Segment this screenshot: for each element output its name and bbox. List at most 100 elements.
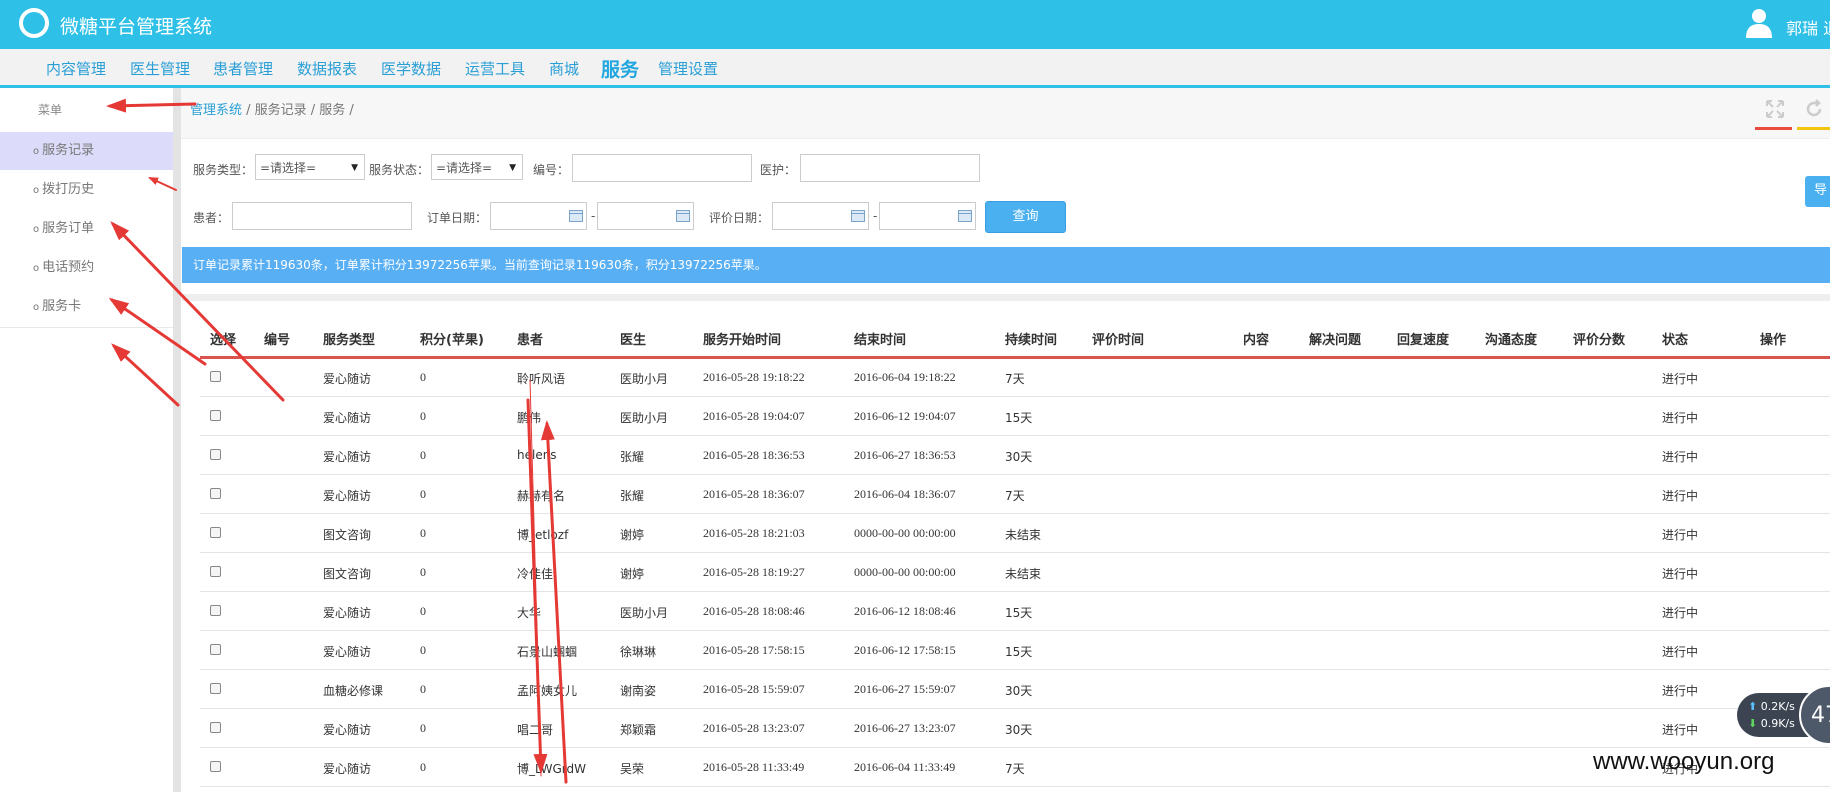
patient-input[interactable] bbox=[232, 202, 412, 230]
end-time-cell: 0000-00-00 00:00:00 bbox=[854, 526, 956, 540]
nav-item-2[interactable]: 患者管理 bbox=[213, 58, 273, 79]
row-checkbox[interactable] bbox=[210, 410, 221, 421]
user-name[interactable]: 郭瑞 退 bbox=[1786, 15, 1830, 39]
eval-date-end[interactable] bbox=[879, 202, 976, 230]
sidebar-item-label: 服务卡 bbox=[42, 299, 82, 314]
end-time-cell: 2016-06-04 19:18:22 bbox=[854, 370, 956, 384]
eval-date-start[interactable] bbox=[772, 202, 869, 230]
service-type-cell: 图文咨询 bbox=[323, 528, 372, 542]
table-row[interactable]: 爱心随访 0 唱二哥 郑颖霜 2016-05-28 13:23:07 2016-06-27… bbox=[200, 708, 1830, 748]
end-time-cell: 2016-06-04 11:33:49 bbox=[854, 760, 956, 774]
column-header: 服务开始时间 bbox=[703, 333, 782, 348]
nav-item-5[interactable]: 运营工具 bbox=[465, 58, 525, 79]
start-time-cell: 2016-05-28 18:21:03 bbox=[703, 526, 805, 540]
row-checkbox[interactable] bbox=[210, 644, 221, 655]
patient-cell: 唱二哥 bbox=[517, 723, 554, 737]
user-icon[interactable] bbox=[1744, 7, 1774, 39]
table-row[interactable]: 爱心随访 0 石景山蝈蝈 徐琳琳 2016-05-28 17:58:15 2016-06-… bbox=[200, 630, 1830, 670]
sidebar-item-label: 服务订单 bbox=[42, 221, 95, 236]
service-type-label: 服务类型： bbox=[193, 163, 254, 177]
row-checkbox[interactable] bbox=[210, 449, 221, 460]
column-header: 患者 bbox=[517, 333, 544, 348]
doctor-cell: 徐琳琳 bbox=[620, 645, 657, 659]
calendar-icon[interactable] bbox=[958, 210, 972, 222]
table-row[interactable]: 爱心随访 0 鹏伟 医助小月 2016-05-28 19:04:07 2016-06-12… bbox=[200, 396, 1830, 436]
sidebar-item-service-orders[interactable]: o 服务订单 bbox=[0, 210, 173, 248]
eval-date-dash: - bbox=[873, 209, 878, 223]
points-cell: 0 bbox=[420, 448, 426, 462]
row-checkbox[interactable] bbox=[210, 527, 221, 538]
table-row[interactable]: 图文咨询 0 博_etlozf 谢婷 2016-05-28 18:21:03 0000-0… bbox=[200, 513, 1830, 553]
patient-cell: 鹏伟 bbox=[517, 411, 542, 425]
nav-item-3[interactable]: 数据报表 bbox=[297, 58, 357, 79]
start-time-cell: 2016-05-28 18:36:53 bbox=[703, 448, 805, 462]
sidebar-item-service-records[interactable]: o 服务记录 bbox=[0, 132, 173, 170]
summary-bar: 订单记录累计119630条，订单累计积分13972256苹果。当前查询记录119… bbox=[182, 247, 1830, 283]
patient-cell: 赫赫有名 bbox=[517, 489, 566, 503]
table-row[interactable]: 爱心随访 0 赫赫有名 张耀 2016-05-28 18:36:07 2016-06-04… bbox=[200, 474, 1830, 514]
points-cell: 0 bbox=[420, 565, 426, 579]
row-checkbox[interactable] bbox=[210, 371, 221, 382]
calendar-icon[interactable] bbox=[569, 210, 583, 222]
column-header: 医生 bbox=[620, 333, 647, 348]
calendar-icon[interactable] bbox=[676, 210, 690, 222]
calendar-icon[interactable] bbox=[851, 210, 865, 222]
row-checkbox[interactable] bbox=[210, 722, 221, 733]
order-date-end[interactable] bbox=[597, 202, 694, 230]
service-status-select[interactable]: =请选择= ▼ bbox=[431, 154, 523, 180]
nav-item-7[interactable]: 服务 bbox=[601, 55, 639, 82]
row-checkbox[interactable] bbox=[210, 683, 221, 694]
column-header: 回复速度 bbox=[1397, 333, 1450, 348]
table-row[interactable]: 爱心随访 0 聆听风语 医助小月 2016-05-28 19:18:22 2016-06-… bbox=[200, 357, 1830, 397]
row-checkbox[interactable] bbox=[210, 605, 221, 616]
sidebar-item-phone-appointments[interactable]: o 电话预约 bbox=[0, 249, 173, 287]
nav-item-1[interactable]: 医生管理 bbox=[130, 58, 190, 79]
export-button[interactable]: 导 bbox=[1805, 176, 1830, 207]
caret-down-icon: ▼ bbox=[351, 163, 358, 173]
number-input[interactable] bbox=[572, 154, 752, 182]
status-cell: 进行中 bbox=[1662, 411, 1699, 425]
patient-cell: 冷佳佳 bbox=[517, 567, 554, 581]
column-header: 内容 bbox=[1243, 333, 1270, 348]
service-type-select[interactable]: =请选择= ▼ bbox=[255, 154, 365, 180]
refresh-icon[interactable] bbox=[1804, 99, 1824, 119]
nurse-input[interactable] bbox=[800, 154, 980, 182]
doctor-cell: 张耀 bbox=[620, 489, 645, 503]
table-row[interactable]: 血糖必修课 0 孟阿姨女儿 谢南姿 2016-05-28 15:59:07 2016-06… bbox=[200, 669, 1830, 709]
points-cell: 0 bbox=[420, 370, 426, 384]
nav-item-4[interactable]: 医学数据 bbox=[381, 58, 441, 79]
table-row[interactable]: 爱心随访 0 博_LWGrdW 吴荣 2016-05-28 11:33:49 2016-0… bbox=[200, 747, 1830, 787]
table-row[interactable]: 爱心随访 0 大华 医助小月 2016-05-28 18:08:46 2016-06-12… bbox=[200, 591, 1830, 631]
download-speed: 0.9K/s bbox=[1760, 717, 1795, 730]
expand-icon[interactable] bbox=[1765, 99, 1785, 119]
sidebar-item-service-cards[interactable]: o 服务卡 bbox=[0, 288, 173, 326]
service-type-cell: 爱心随访 bbox=[323, 450, 372, 464]
row-checkbox[interactable] bbox=[210, 761, 221, 772]
row-checkbox[interactable] bbox=[210, 488, 221, 499]
column-header: 选择 bbox=[210, 333, 237, 348]
row-checkbox[interactable] bbox=[210, 566, 221, 577]
service-status-label: 服务状态： bbox=[369, 163, 430, 177]
nav-item-8[interactable]: 管理设置 bbox=[658, 58, 718, 79]
end-time-cell: 2016-06-27 18:36:53 bbox=[854, 448, 956, 462]
sidebar-item-call-history[interactable]: o 拨打历史 bbox=[0, 171, 173, 209]
duration-cell: 7天 bbox=[1005, 372, 1025, 386]
column-header: 服务类型 bbox=[323, 333, 376, 348]
caret-down-icon: ▼ bbox=[509, 163, 516, 173]
points-cell: 0 bbox=[420, 682, 426, 696]
nav-item-6[interactable]: 商城 bbox=[549, 58, 579, 79]
points-cell: 0 bbox=[420, 721, 426, 735]
start-time-cell: 2016-05-28 19:04:07 bbox=[703, 409, 805, 423]
sidebar-divider bbox=[0, 327, 173, 328]
sidebar-scroll-rail[interactable] bbox=[173, 88, 181, 792]
breadcrumb-root-link[interactable]: 管理系统 bbox=[190, 103, 242, 118]
table-row[interactable]: 图文咨询 0 冷佳佳 谢婷 2016-05-28 18:19:27 0000-00-00 … bbox=[200, 552, 1830, 592]
nav-item-0[interactable]: 内容管理 bbox=[46, 58, 106, 79]
bullet-icon: o bbox=[33, 224, 40, 235]
doctor-cell: 郑颖霜 bbox=[620, 723, 657, 737]
patient-cell: 博_LWGrdW bbox=[517, 762, 586, 776]
table-row[interactable]: 爱心随访 0 helens 张耀 2016-05-28 18:36:53 2016-06-… bbox=[200, 435, 1830, 475]
order-date-start[interactable] bbox=[490, 202, 587, 230]
query-button[interactable]: 查询 bbox=[985, 201, 1066, 233]
start-time-cell: 2016-05-28 17:58:15 bbox=[703, 643, 805, 657]
